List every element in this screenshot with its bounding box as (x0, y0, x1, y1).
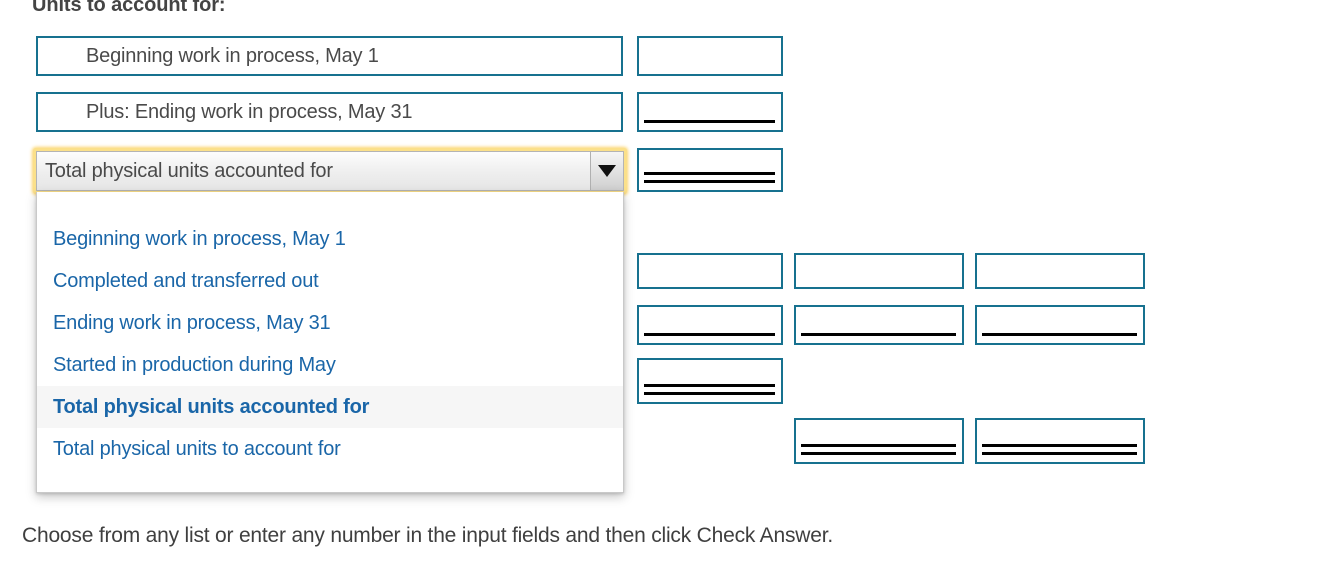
dropdown-option[interactable]: Total physical units to account for (37, 428, 623, 470)
dropdown-option[interactable]: Ending work in process, May 31 (37, 302, 623, 344)
input-units-row1-col1[interactable] (637, 36, 783, 76)
input-eq-row1-col1[interactable] (637, 253, 783, 289)
input-eq-row2-col1[interactable] (637, 305, 783, 345)
combobox-selected-value: Total physical units accounted for (45, 159, 333, 182)
dropdown-option[interactable]: Beginning work in process, May 1 (37, 218, 623, 260)
input-units-row2-col1[interactable] (637, 92, 783, 132)
input-eq-row4-col3[interactable] (975, 418, 1145, 464)
dropdown-option-selected[interactable]: Total physical units accounted for (37, 386, 623, 428)
page-title: Units to account for: (32, 0, 226, 16)
caret-glyph (598, 165, 616, 177)
row-label-plus-ending-wip[interactable]: Plus: Ending work in process, May 31 (36, 92, 623, 132)
input-eq-row4-col2[interactable] (794, 418, 964, 464)
input-units-total-col1[interactable] (637, 148, 783, 192)
row-label-text: Plus: Ending work in process, May 31 (86, 100, 413, 123)
input-eq-row3-col1[interactable] (637, 358, 783, 404)
dropdown-option[interactable]: Started in production during May (37, 344, 623, 386)
dropdown-option[interactable]: Completed and transferred out (37, 260, 623, 302)
input-eq-row2-col2[interactable] (794, 305, 964, 345)
combobox-field[interactable]: Total physical units accounted for (36, 151, 624, 191)
row-label-text: Beginning work in process, May 1 (86, 44, 379, 67)
row-label-beginning-wip[interactable]: Beginning work in process, May 1 (36, 36, 623, 76)
chevron-down-icon[interactable] (590, 152, 623, 190)
units-account-dropdown[interactable]: Total physical units accounted for (33, 148, 627, 194)
input-eq-row1-col2[interactable] (794, 253, 964, 289)
units-to-account-for-panel: Units to account for: Beginning work in … (0, 0, 1324, 564)
instruction-text: Choose from any list or enter any number… (22, 524, 833, 547)
dropdown-options-list[interactable]: Beginning work in process, May 1 Complet… (36, 192, 624, 493)
input-eq-row2-col3[interactable] (975, 305, 1145, 345)
input-eq-row1-col3[interactable] (975, 253, 1145, 289)
